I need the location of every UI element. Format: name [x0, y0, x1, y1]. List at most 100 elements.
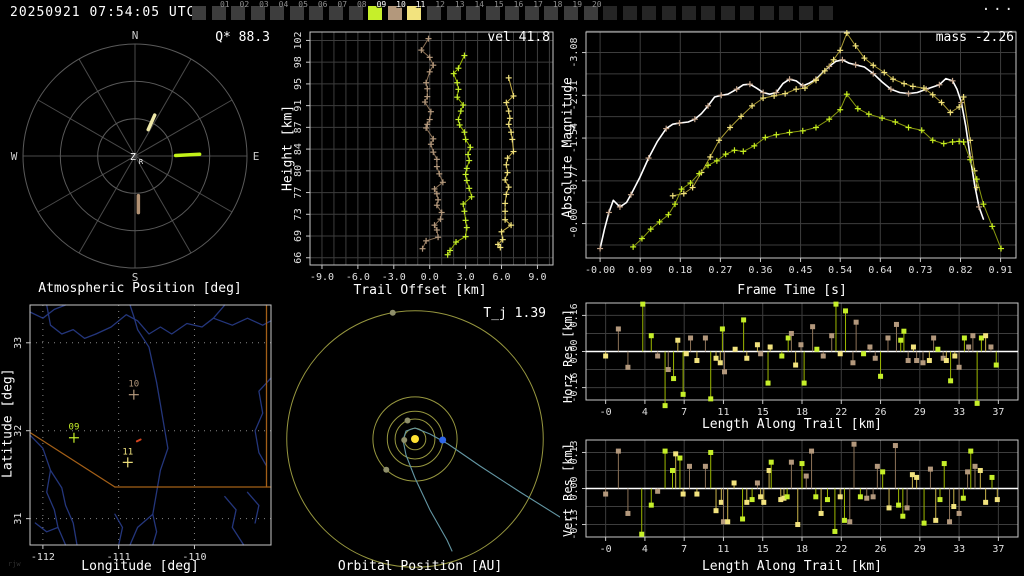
svg-text:6.0: 6.0	[492, 272, 510, 283]
frame-box[interactable]	[642, 6, 657, 20]
orbital-position-plot	[286, 309, 560, 568]
svg-text:0.09: 0.09	[628, 265, 652, 276]
frame-label: 04	[278, 0, 289, 9]
frame-box-17[interactable]: 17	[524, 1, 543, 20]
light-curve-plot: -0.00 0.09 0.18 0.27 0.36 0.45 0.54 0.64 0.73 0.8…	[569, 30, 1017, 276]
frame-box-20[interactable]: 20	[583, 1, 602, 20]
svg-text:-3.0: -3.0	[382, 272, 406, 283]
panel-horizontal-residuals: -0 4 7 11 15 18 22 26 29 33 37 0.16 0.00 -0.16 Horz R…	[560, 300, 1024, 432]
frame-box[interactable]	[701, 6, 716, 20]
q-factor-stat: Q* 88.3	[215, 30, 270, 45]
svg-text:37: 37	[992, 544, 1004, 555]
frame-box-14[interactable]: 14	[466, 1, 484, 20]
frame-box[interactable]	[798, 6, 813, 20]
frame-box-16[interactable]: 16	[505, 1, 523, 20]
svg-text:R: R	[139, 158, 144, 166]
frame-box-07[interactable]: 07	[329, 1, 347, 20]
frame-box[interactable]	[661, 6, 676, 20]
orbit-title: Orbital Position [AU]	[337, 559, 503, 574]
svg-text:7: 7	[681, 544, 687, 555]
svg-text:9.0: 9.0	[528, 272, 546, 283]
svg-text:29: 29	[914, 544, 926, 555]
panel-orbital-position: T_j 1.39 Orbital Position [AU]	[280, 300, 560, 576]
frame-box-19[interactable]: 19	[564, 1, 582, 20]
svg-text:0.36: 0.36	[748, 265, 772, 276]
svg-text:E: E	[253, 150, 260, 163]
vert-x-axis-label: Length Along Trail [km]	[701, 559, 882, 574]
frame-box-08[interactable]: 08	[348, 1, 367, 20]
svg-text:0.82: 0.82	[948, 265, 972, 276]
svg-text:26: 26	[875, 544, 887, 555]
frame-label: 12	[435, 0, 445, 9]
trail-y-axis-label: Height [km]	[280, 104, 296, 191]
atmos-title: Atmospheric Position [deg]	[38, 281, 242, 296]
frame-box-13[interactable]: 13	[446, 1, 465, 20]
svg-text:0.27: 0.27	[708, 265, 732, 276]
map-y-axis-label: Latitude [deg]	[0, 368, 16, 478]
horz-y-axis-label: Horz Res [km]	[561, 309, 575, 403]
svg-text:22: 22	[835, 544, 847, 555]
frame-label: 08	[356, 0, 367, 9]
frame-label: 18	[552, 0, 563, 9]
frame-box[interactable]	[603, 6, 618, 20]
svg-text:-6.0: -6.0	[346, 272, 370, 283]
svg-text:15: 15	[757, 544, 769, 555]
frame-box-01[interactable]: 01	[211, 1, 230, 20]
frame-box[interactable]	[759, 6, 774, 20]
svg-text:4: 4	[642, 544, 648, 555]
ground-map-plot: 091011-112 -111 -110313233	[13, 304, 272, 563]
frame-label: 07	[337, 0, 348, 9]
frame-box[interactable]	[720, 6, 735, 20]
tisserand-stat: T_j 1.39	[483, 306, 546, 321]
frame-box-03[interactable]: 03	[250, 1, 269, 20]
frame-box[interactable]	[681, 6, 696, 20]
frame-label: 16	[513, 0, 524, 9]
svg-text:0.0: 0.0	[421, 272, 439, 283]
frame-label: 13	[454, 0, 465, 9]
frame-box-02[interactable]: 02	[231, 1, 249, 20]
light-x-axis-label: Frame Time [s]	[737, 283, 847, 298]
panel-light-curve: -0.00 0.09 0.18 0.27 0.36 0.45 0.54 0.64 0.73 0.8…	[560, 25, 1024, 300]
trail-x-axis-label: Trail Offset [km]	[353, 283, 487, 298]
frame-box-15[interactable]: 15	[485, 1, 504, 20]
vert-y-axis-label: Vert Res [km]	[561, 443, 575, 537]
frame-box-09[interactable]: 09	[368, 1, 386, 20]
vertical-residuals-plot: -0 4 7 11 15 18 22 26 29 33 370.130.00-0.13	[569, 439, 1019, 555]
light-y-axis-label: Absolute Magnitude	[560, 77, 576, 218]
atmospheric-position-plot: NESW Z R	[11, 29, 260, 284]
frame-box-11[interactable]: 11	[407, 1, 425, 20]
menu-ellipsis-icon[interactable]: ···	[982, 2, 1016, 18]
frame-box-18[interactable]: 18	[544, 1, 562, 20]
svg-text:-9.0: -9.0	[310, 272, 334, 283]
svg-text:-0: -0	[600, 544, 612, 555]
svg-text:10: 10	[128, 380, 139, 390]
panel-trail-offset: -9.0 -6.0 -3.0 0.0 3.0 6.0 9.0 66 69 73 77 80 84 87 91…	[280, 25, 560, 300]
svg-text:11: 11	[122, 447, 133, 457]
frame-box[interactable]	[818, 6, 833, 20]
velocity-stat: vel 41.8	[487, 30, 550, 45]
svg-text:18: 18	[796, 544, 808, 555]
frame-label: 09	[376, 0, 387, 9]
frame-label: 01	[219, 0, 230, 9]
frame-box[interactable]	[192, 6, 206, 20]
frame-box-05[interactable]: 05	[289, 1, 308, 20]
frame-box-12[interactable]: 12	[426, 1, 445, 20]
watermark: rjw	[8, 560, 21, 568]
svg-text:0.73: 0.73	[908, 265, 932, 276]
frame-box-10[interactable]: 10	[387, 1, 406, 20]
frame-box[interactable]	[740, 6, 755, 20]
top-bar: 20250921 07:54:05 UTC 01 02 03 04 05 06 07 08 09…	[0, 0, 1024, 25]
frame-box[interactable]	[779, 6, 794, 20]
panel-vertical-residuals: -0 4 7 11 15 18 22 26 29 33 37 0.13 0.00 -0.13 Vert R…	[560, 432, 1024, 576]
frame-label: 17	[533, 0, 543, 9]
svg-text:09: 09	[69, 423, 80, 433]
frame-box-04[interactable]: 04	[270, 1, 288, 20]
svg-text:-0.00: -0.00	[585, 265, 615, 276]
frame-box-06[interactable]: 06	[309, 1, 327, 20]
panel-ground-map: 09 10 11 -112 -111 -110 31 32 33 Latitude [deg] …	[0, 300, 280, 576]
frame-box[interactable]	[622, 6, 637, 20]
trail-offset-plot: -9.0 -6.0 -3.0 0.0 3.0 6.0 9.06669737780848791…	[293, 31, 554, 283]
frame-label: 03	[259, 0, 269, 9]
frame-label: 19	[572, 0, 583, 9]
svg-text:0.45: 0.45	[789, 265, 813, 276]
